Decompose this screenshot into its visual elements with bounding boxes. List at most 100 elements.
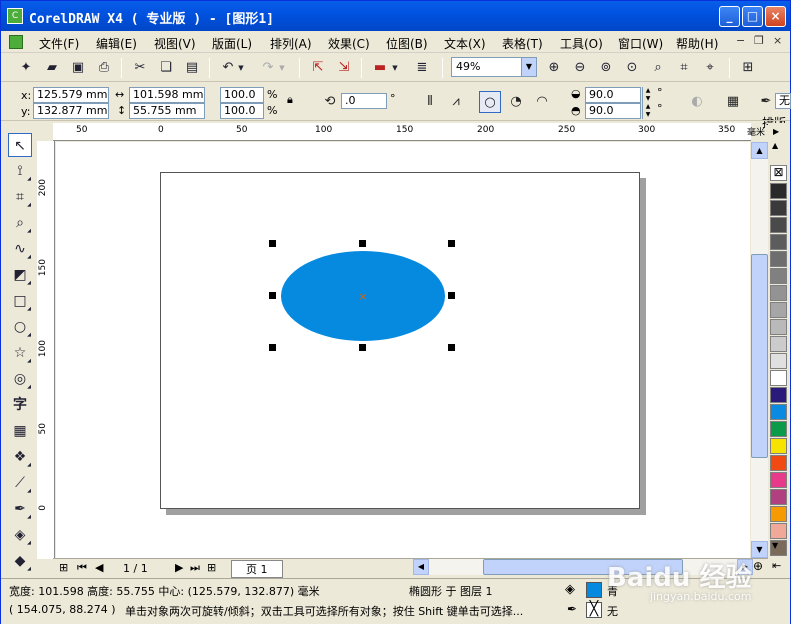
start-angle-spinner[interactable]: ▲ ▼ bbox=[642, 87, 653, 103]
palette-scroll-up-icon[interactable]: ▲ bbox=[772, 141, 778, 150]
table-tool-icon[interactable]: ▦ bbox=[8, 419, 32, 443]
doc-minimize-icon[interactable]: − bbox=[736, 34, 745, 47]
selection-handle[interactable] bbox=[359, 344, 366, 351]
zoom-out-icon[interactable]: ⊖ bbox=[570, 58, 590, 78]
previous-page-icon[interactable]: ◀ bbox=[95, 561, 103, 574]
color-swatch[interactable] bbox=[770, 353, 787, 369]
outline-color-swatch[interactable]: ╳ bbox=[586, 602, 602, 618]
maximize-button[interactable]: □ bbox=[742, 6, 763, 27]
color-swatch[interactable] bbox=[770, 336, 787, 352]
scale-height-input[interactable]: 100.0 bbox=[220, 103, 264, 119]
selection-handle[interactable] bbox=[448, 292, 455, 299]
mirror-horizontal-icon[interactable]: ⫴ bbox=[419, 91, 441, 113]
y-position-input[interactable]: 132.877 mm bbox=[33, 103, 109, 119]
close-button[interactable]: × bbox=[765, 6, 786, 27]
color-swatch[interactable] bbox=[770, 217, 787, 233]
color-swatch[interactable] bbox=[770, 251, 787, 267]
menu-edit[interactable]: 编辑(E) bbox=[96, 35, 137, 52]
coreldraw-app-icon[interactable]: C bbox=[7, 8, 23, 24]
color-swatch[interactable] bbox=[770, 183, 787, 199]
eyedropper-tool-icon[interactable]: ⟋ ◢ bbox=[8, 471, 32, 495]
text-tool-icon[interactable]: 字 bbox=[8, 393, 32, 417]
undo-icon[interactable]: ↶ bbox=[218, 58, 238, 78]
ellipse-mode-icon[interactable]: ○ bbox=[479, 91, 501, 113]
undo-dropdown-icon[interactable]: ▼ bbox=[236, 58, 246, 78]
color-swatch[interactable] bbox=[770, 302, 787, 318]
vertical-scrollbar[interactable]: ▲ ▼ bbox=[751, 142, 768, 558]
menu-file[interactable]: 文件(F) bbox=[39, 35, 79, 52]
end-angle-input[interactable]: 90.0 bbox=[585, 103, 641, 119]
print-icon[interactable]: ⎙ bbox=[94, 58, 114, 78]
doc-restore-icon[interactable]: ❐ bbox=[754, 34, 764, 47]
document-icon[interactable] bbox=[9, 35, 23, 49]
import-icon[interactable]: ⇱ bbox=[308, 58, 328, 78]
color-swatch[interactable] bbox=[770, 489, 787, 505]
lock-ratio-icon[interactable]: 🔒︎ bbox=[287, 93, 293, 107]
fill-color-swatch[interactable] bbox=[586, 582, 602, 598]
navigator-icon[interactable]: ⇤ bbox=[772, 559, 781, 572]
smart-fill-tool-icon[interactable]: ◩ ◢ bbox=[8, 263, 32, 287]
doc-close-icon[interactable]: × bbox=[773, 34, 782, 47]
menu-text[interactable]: 文本(X) bbox=[444, 35, 486, 52]
zoom-in-icon[interactable]: ⊕ bbox=[544, 58, 564, 78]
selection-handle[interactable] bbox=[448, 344, 455, 351]
polygon-tool-icon[interactable]: ☆ ◢ bbox=[8, 341, 32, 365]
freehand-tool-icon[interactable]: ∿ ◢ bbox=[8, 237, 32, 261]
zoom-selected-icon[interactable]: ⊚ bbox=[596, 58, 616, 78]
wrap-text-icon[interactable]: ▦ bbox=[722, 91, 744, 113]
menu-effects[interactable]: 效果(C) bbox=[328, 35, 370, 52]
welcome-screen-icon[interactable]: ≣ bbox=[412, 58, 432, 78]
menu-help[interactable]: 帮助(H) bbox=[676, 35, 718, 52]
width-input[interactable]: 101.598 mm bbox=[129, 87, 205, 103]
vertical-ruler[interactable]: 200 150 100 50 0 bbox=[37, 141, 55, 559]
palette-scroll-down-icon[interactable]: ▼ bbox=[772, 541, 778, 550]
navigator-zoom-icon[interactable]: ⊕ bbox=[753, 559, 763, 573]
menu-tools[interactable]: 工具(O) bbox=[560, 35, 603, 52]
zoom-height-icon[interactable]: ⌖ bbox=[700, 58, 720, 78]
end-angle-spinner[interactable]: ▲ ▼ bbox=[642, 103, 653, 119]
zoom-tool-icon[interactable]: ⌕ ◢ bbox=[8, 211, 32, 235]
ellipse-tool-icon[interactable]: ○ ◢ bbox=[8, 315, 32, 339]
selection-handle[interactable] bbox=[359, 240, 366, 247]
export-icon[interactable]: ⇲ bbox=[334, 58, 354, 78]
color-swatch[interactable] bbox=[770, 319, 787, 335]
palette-menu-icon[interactable]: ▶ bbox=[773, 127, 779, 136]
color-swatch[interactable] bbox=[770, 234, 787, 250]
color-swatch[interactable] bbox=[770, 523, 787, 539]
open-folder-icon[interactable]: ▰ bbox=[42, 58, 62, 78]
start-angle-input[interactable]: 90.0 bbox=[585, 87, 641, 103]
selection-handle[interactable] bbox=[269, 240, 276, 247]
add-page-after-icon[interactable]: ⊞ bbox=[207, 561, 216, 574]
selection-handle[interactable] bbox=[448, 240, 455, 247]
color-swatch[interactable] bbox=[770, 200, 787, 216]
pick-tool-icon[interactable]: ↖ bbox=[8, 133, 32, 157]
zoom-all-icon[interactable]: ⊙ bbox=[622, 58, 642, 78]
zoom-level-select[interactable]: 49% ▼ bbox=[451, 57, 537, 77]
scale-width-input[interactable]: 100.0 bbox=[220, 87, 264, 103]
crop-tool-icon[interactable]: ⌗ ◢ bbox=[8, 185, 32, 209]
menu-view[interactable]: 视图(V) bbox=[154, 35, 196, 52]
vertical-scroll-thumb[interactable] bbox=[751, 254, 768, 458]
cut-icon[interactable]: ✂ bbox=[130, 58, 150, 78]
minimize-button[interactable]: _ bbox=[719, 6, 740, 27]
color-swatch[interactable] bbox=[770, 438, 787, 454]
last-page-icon[interactable]: ⏭ bbox=[190, 561, 200, 575]
next-page-icon[interactable]: ▶ bbox=[175, 561, 183, 574]
no-color-swatch[interactable]: ⊠ bbox=[770, 165, 787, 181]
paste-icon[interactable]: ▤ bbox=[182, 58, 202, 78]
add-page-icon[interactable]: ⊞ bbox=[59, 561, 68, 574]
color-swatch[interactable] bbox=[770, 268, 787, 284]
snap-icon[interactable]: ⊞ bbox=[738, 58, 758, 78]
arc-mode-icon[interactable]: ◠ bbox=[531, 91, 553, 113]
shape-tool-icon[interactable]: ⟟ ◢ bbox=[8, 159, 32, 183]
color-swatch[interactable] bbox=[770, 285, 787, 301]
scroll-up-icon[interactable]: ▲ bbox=[751, 142, 768, 159]
page-tab[interactable]: 页 1 bbox=[231, 560, 283, 578]
menu-bitmaps[interactable]: 位图(B) bbox=[386, 35, 428, 52]
horizontal-ruler[interactable]: 50 0 50 100 150 200 250 300 350 bbox=[53, 123, 751, 141]
height-input[interactable]: 55.755 mm bbox=[129, 103, 205, 119]
outline-tool-icon[interactable]: ✒ ◢ bbox=[8, 497, 32, 521]
color-swatch[interactable] bbox=[770, 404, 787, 420]
chevron-down-icon[interactable]: ▼ bbox=[521, 58, 536, 76]
menu-layout[interactable]: 版面(L) bbox=[212, 35, 252, 52]
